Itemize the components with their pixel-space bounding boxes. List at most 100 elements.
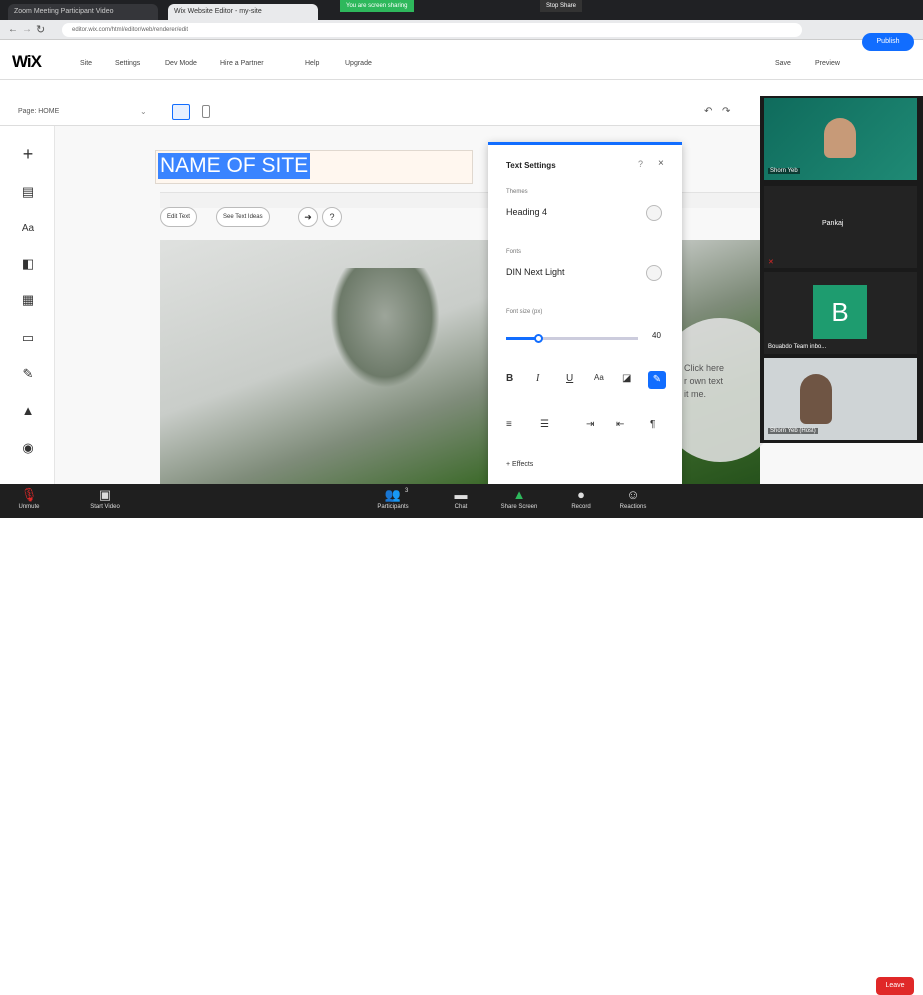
participant-name: Shorn Yeb <box>768 168 800 174</box>
browser-tab-active[interactable]: Wix Website Editor - my-site <box>168 4 318 20</box>
mobile-view-icon[interactable] <box>202 105 210 118</box>
reactions-button[interactable]: ☺ Reactions <box>608 486 658 510</box>
italic-icon[interactable]: I <box>536 373 539 384</box>
start-video-label: Start Video <box>90 504 120 510</box>
background-icon[interactable]: ◧ <box>20 256 36 272</box>
align-left-icon[interactable]: ≡ <box>506 419 512 430</box>
menu-help[interactable]: Help <box>305 60 319 67</box>
font-size-value[interactable]: 40 <box>652 331 661 340</box>
see-text-ideas-button[interactable]: See Text Ideas <box>216 207 270 227</box>
close-icon[interactable]: × <box>658 158 664 169</box>
unmute-label: Unmute <box>18 504 40 510</box>
pen-icon[interactable]: ✎ <box>648 371 666 389</box>
chevron-down-icon[interactable] <box>646 205 662 221</box>
address-bar: ← → ↻ editor.wix.com/html/editor/web/ren… <box>0 20 923 40</box>
mic-muted-icon: 🎙 <box>20 487 38 502</box>
menu-dev-mode[interactable]: Dev Mode <box>165 60 197 67</box>
chevron-down-icon[interactable]: ⌄ <box>140 107 147 116</box>
mic-muted-icon: ✕ <box>768 259 774 266</box>
add-icon[interactable]: + <box>20 144 36 164</box>
chat-button[interactable]: ▬ Chat <box>436 486 486 510</box>
panel-title: Text Settings <box>506 161 556 170</box>
business-icon[interactable]: ◉ <box>20 440 36 456</box>
reactions-label: Reactions <box>619 504 647 510</box>
media-icon[interactable]: ▭ <box>20 330 36 346</box>
participant-video <box>824 118 856 158</box>
direction-icon[interactable]: ¶ <box>650 419 655 430</box>
video-tile[interactable]: Pankaj ✕ <box>764 186 917 268</box>
reactions-icon: ☺ <box>626 487 640 502</box>
undo-icon[interactable]: ↶ <box>704 106 712 117</box>
click-here-text[interactable]: Click here r own text it me. <box>684 362 724 401</box>
indent-icon[interactable]: ⇥ <box>586 419 594 430</box>
video-tile[interactable]: Shorn Yeb <box>764 98 917 180</box>
publish-button[interactable]: Publish <box>862 33 914 51</box>
font-dropdown[interactable]: DIN Next Light <box>506 267 565 277</box>
browser-tab-bar: Zoom Meeting Participant Video Wix Websi… <box>0 0 923 20</box>
blog-icon[interactable]: ✎ <box>20 366 36 382</box>
help-icon[interactable]: ? <box>322 207 342 227</box>
underline-icon[interactable]: U <box>566 373 573 384</box>
forward-icon[interactable]: → <box>22 24 32 35</box>
participants-count: 3 <box>405 488 409 494</box>
theme-dropdown[interactable]: Heading 4 <box>506 207 547 217</box>
start-video-button[interactable]: ▣ Start Video <box>80 486 130 510</box>
font-size-slider[interactable] <box>506 334 638 343</box>
reload-icon[interactable]: ↻ <box>36 23 45 36</box>
tab-label: Wix Website Editor - my-site <box>174 8 262 15</box>
video-off-icon: ▣ <box>98 487 112 502</box>
help-icon[interactable]: ? <box>638 159 643 169</box>
avatar: B <box>813 285 867 339</box>
preview-button[interactable]: Preview <box>815 60 840 67</box>
apps-icon[interactable]: ▦ <box>20 292 36 308</box>
unmute-button[interactable]: 🎙 Unmute <box>4 486 54 510</box>
menu-hire-partner[interactable]: Hire a Partner <box>220 60 264 67</box>
participants-label: Participants <box>377 504 409 510</box>
record-label: Record <box>571 504 591 510</box>
save-button[interactable]: Save <box>775 60 791 67</box>
browser-tab[interactable]: Zoom Meeting Participant Video <box>8 4 158 20</box>
font-label: Fonts <box>506 249 522 255</box>
menu-upgrade[interactable]: Upgrade <box>345 60 372 67</box>
text-settings-panel: Text Settings ? × Themes Heading 4 Fonts… <box>488 142 682 484</box>
share-screen-icon: ▲ <box>512 487 526 502</box>
video-tile[interactable]: Shorn Yeb (Host) <box>764 358 917 440</box>
chat-icon: ▬ <box>454 487 468 502</box>
url-field[interactable]: editor.wix.com/html/editor/web/renderer/… <box>62 23 802 37</box>
effects-toggle[interactable]: + Effects <box>506 461 533 468</box>
slider-handle[interactable] <box>534 334 543 343</box>
redo-icon[interactable]: ↷ <box>722 106 730 117</box>
wix-top-bar: WiX Site Settings Dev Mode Hire a Partne… <box>0 40 923 80</box>
bold-icon[interactable]: B <box>506 373 513 384</box>
participant-video <box>800 374 832 424</box>
leave-button[interactable]: Leave <box>876 977 914 995</box>
menu-settings[interactable]: Settings <box>115 60 140 67</box>
record-button[interactable]: ● Record <box>556 486 606 510</box>
font-size-label: Font size (px) <box>506 309 543 315</box>
site-name-text[interactable]: NAME OF SITE <box>158 153 311 179</box>
participant-name: Shorn Yeb (Host) <box>768 428 818 434</box>
participant-name: Bouabdo Team inbo... <box>768 344 827 350</box>
store-icon[interactable]: ▲ <box>20 402 36 418</box>
outdent-icon[interactable]: ⇤ <box>616 419 624 430</box>
animation-icon[interactable]: ➜ <box>298 207 318 227</box>
page-select[interactable]: Page: HOME <box>18 108 59 115</box>
record-icon: ● <box>577 487 585 502</box>
stop-share-button[interactable]: Stop Share <box>540 0 583 12</box>
edit-text-button[interactable]: Edit Text <box>160 207 197 227</box>
chevron-down-icon[interactable] <box>646 265 662 281</box>
share-screen-button[interactable]: ▲ Share Screen <box>494 486 544 510</box>
screen-share-banner: You are screen sharing <box>340 0 414 12</box>
theme-icon[interactable]: Aa <box>20 220 36 236</box>
share-screen-label: Share Screen <box>500 504 538 510</box>
list-icon[interactable]: ☰ <box>540 419 549 430</box>
desktop-view-icon[interactable] <box>172 104 190 120</box>
text-color-icon[interactable]: Aa <box>594 373 604 382</box>
rock-formation <box>330 268 440 388</box>
back-icon[interactable]: ← <box>8 24 18 35</box>
participants-button[interactable]: 👥 Participants <box>368 486 418 510</box>
highlight-icon[interactable]: ◪ <box>622 373 631 384</box>
pages-icon[interactable]: ▤ <box>20 184 36 200</box>
menu-site[interactable]: Site <box>80 60 92 67</box>
participant-name: Pankaj <box>822 220 844 227</box>
